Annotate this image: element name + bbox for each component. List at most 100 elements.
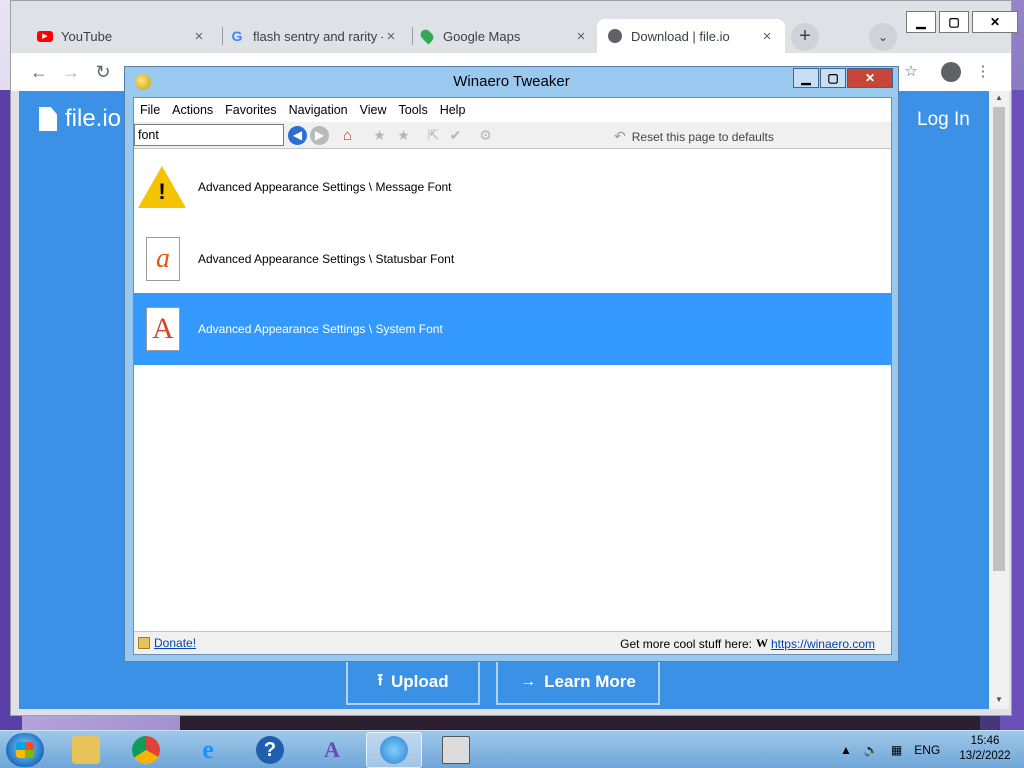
result-label: Advanced Appearance Settings \ Statusbar… <box>198 252 455 266</box>
clock-time: 15:46 <box>970 735 1000 747</box>
apply-check-icon[interactable]: ✔ <box>446 126 465 145</box>
taskbar-chrome[interactable] <box>118 732 174 768</box>
menu-view[interactable]: View <box>360 103 387 117</box>
reset-page-button[interactable]: ↶ Reset this page to defaults <box>614 128 774 145</box>
close-tab-icon[interactable]: × <box>383 28 399 45</box>
menu-actions[interactable]: Actions <box>172 103 213 117</box>
menu-help[interactable]: Help <box>440 103 466 117</box>
tab-label: YouTube <box>61 28 113 44</box>
forward-arrow-icon[interactable]: ▶ <box>310 126 329 145</box>
tab-label: Google Maps <box>443 28 521 44</box>
system-tray: ▲ 🔈 ▦ ENG <box>840 731 952 768</box>
tweaker-maximize-button[interactable]: ▢ <box>820 68 846 88</box>
windows-taskbar: e ? A ▲ 🔈 ▦ ENG 15:46 13/2/2022 <box>0 730 1024 768</box>
undo-icon: ↶ <box>614 128 626 144</box>
profile-avatar[interactable] <box>941 62 961 82</box>
result-item[interactable]: ! Advanced Appearance Settings \ Message… <box>134 151 891 223</box>
upload-icon: ⭱ <box>377 671 383 689</box>
tweaker-body: File Actions Favorites Navigation View T… <box>133 97 892 655</box>
google-icon: G <box>231 28 243 44</box>
menu-tools[interactable]: Tools <box>399 103 428 117</box>
server-window-icon <box>442 736 470 764</box>
volume-muted-icon[interactable]: 🔈 <box>864 743 879 757</box>
font-app-icon: A <box>324 737 340 762</box>
scroll-up-arrow-icon[interactable]: ▲ <box>993 93 1005 105</box>
reset-label: Reset this page to defaults <box>631 129 774 144</box>
show-hidden-icons-icon[interactable]: ▲ <box>840 743 852 757</box>
result-label: Advanced Appearance Settings \ Message F… <box>198 180 452 194</box>
close-button[interactable]: ✕ <box>972 11 1018 33</box>
logo-text: file.io <box>65 105 122 132</box>
globe-icon <box>607 28 623 44</box>
learn-more-button[interactable]: → Learn More <box>496 661 660 705</box>
menu-file[interactable]: File <box>140 103 160 117</box>
donate-icon <box>138 637 150 649</box>
font-a-icon: A <box>138 305 186 353</box>
tweaker-toolbar: ◀ ▶ ⌂ ★ ★ ⇱ ✔ ⚙ ↶ Reset this page to def… <box>134 122 891 148</box>
chrome-icon <box>132 736 160 764</box>
arrow-right-icon: → <box>520 673 537 690</box>
folder-icon <box>72 736 100 764</box>
maximize-button[interactable]: ▢ <box>939 11 969 33</box>
home-icon[interactable]: ⌂ <box>338 126 357 145</box>
page-scrollbar[interactable]: ▲ ▼ <box>989 91 1009 709</box>
settings-gear-icon[interactable]: ⚙ <box>476 126 495 145</box>
language-indicator[interactable]: ENG <box>914 743 940 757</box>
scroll-down-arrow-icon[interactable]: ▼ <box>993 695 1005 707</box>
taskbar-ie[interactable]: e <box>180 732 236 768</box>
taskbar-font-app[interactable]: A <box>304 732 360 768</box>
winaero-tweaker-icon <box>380 736 408 764</box>
tab-google-search[interactable]: G flash sentry and rarity - × <box>219 19 409 53</box>
new-tab-button[interactable]: + <box>791 23 819 51</box>
tweaker-minimize-button[interactable]: ▁ <box>793 68 819 88</box>
bookmark-star-icon[interactable]: ☆ <box>899 61 923 83</box>
donate-link[interactable]: Donate! <box>138 636 196 650</box>
login-link[interactable]: Log In <box>917 109 970 131</box>
tab-file-io[interactable]: Download | file.io × <box>597 19 785 53</box>
menu-favorites[interactable]: Favorites <box>225 103 276 117</box>
tab-strip: ▶ YouTube × G flash sentry and rarity - … <box>11 1 1018 53</box>
font-italic-a-icon: a <box>138 235 186 283</box>
forward-arrow-icon[interactable]: → <box>59 61 83 83</box>
taskbar-help[interactable]: ? <box>242 732 298 768</box>
favorite-star-icon[interactable]: ★ <box>394 126 413 145</box>
tweaker-titlebar[interactable]: Winaero Tweaker ▁ ▢ ✕ <box>125 67 898 97</box>
taskbar-terminal[interactable] <box>428 732 484 768</box>
tab-search-chevron-icon[interactable]: ⌄ <box>869 23 897 51</box>
result-item[interactable]: a Advanced Appearance Settings \ Statusb… <box>134 223 891 295</box>
tab-google-maps[interactable]: Google Maps × <box>409 19 599 53</box>
close-tab-icon[interactable]: × <box>191 28 207 45</box>
close-tab-icon[interactable]: × <box>759 28 775 45</box>
tweaker-close-button[interactable]: ✕ <box>847 68 893 88</box>
minimize-button[interactable]: ▁ <box>906 11 936 33</box>
tweaker-window-controls: ▁ ▢ ✕ <box>793 68 894 88</box>
taskbar-explorer[interactable] <box>58 732 114 768</box>
taskbar-winaero-tweaker[interactable] <box>366 732 422 768</box>
windows-logo-icon <box>16 742 34 758</box>
youtube-icon: ▶ <box>37 28 53 44</box>
close-tab-icon[interactable]: × <box>573 28 589 45</box>
menu-navigation[interactable]: Navigation <box>289 103 348 117</box>
reload-icon[interactable]: ↻ <box>91 61 115 83</box>
tab-youtube[interactable]: ▶ YouTube × <box>27 19 217 53</box>
maps-icon <box>418 27 436 45</box>
start-button[interactable] <box>6 733 44 767</box>
more-stuff: Get more cool stuff here: W https://wina… <box>620 636 875 651</box>
network-icon[interactable]: ▦ <box>891 743 902 757</box>
back-arrow-icon[interactable]: ◀ <box>288 126 307 145</box>
scroll-thumb[interactable] <box>993 107 1005 571</box>
export-icon[interactable]: ⇱ <box>424 126 443 145</box>
add-favorite-star-icon[interactable]: ★ <box>370 126 389 145</box>
upload-button[interactable]: ⭱ Upload <box>346 661 480 705</box>
chrome-window-controls: ▁ ▢ ✕ <box>906 11 1021 33</box>
upload-label: Upload <box>391 672 449 691</box>
winaero-link[interactable]: https://winaero.com <box>771 637 875 651</box>
menu-dots-icon[interactable]: ⋮ <box>971 61 995 83</box>
tweaker-statusbar: Donate! Get more cool stuff here: W http… <box>134 632 891 654</box>
winaero-tweaker-window: Winaero Tweaker ▁ ▢ ✕ File Actions Favor… <box>124 66 899 662</box>
taskbar-clock[interactable]: 15:46 13/2/2022 <box>955 734 1015 764</box>
back-arrow-icon[interactable]: ← <box>27 61 51 83</box>
result-item-selected[interactable]: A Advanced Appearance Settings \ System … <box>134 293 891 365</box>
search-input[interactable] <box>134 124 284 146</box>
file-io-logo[interactable]: file.io <box>39 105 121 133</box>
